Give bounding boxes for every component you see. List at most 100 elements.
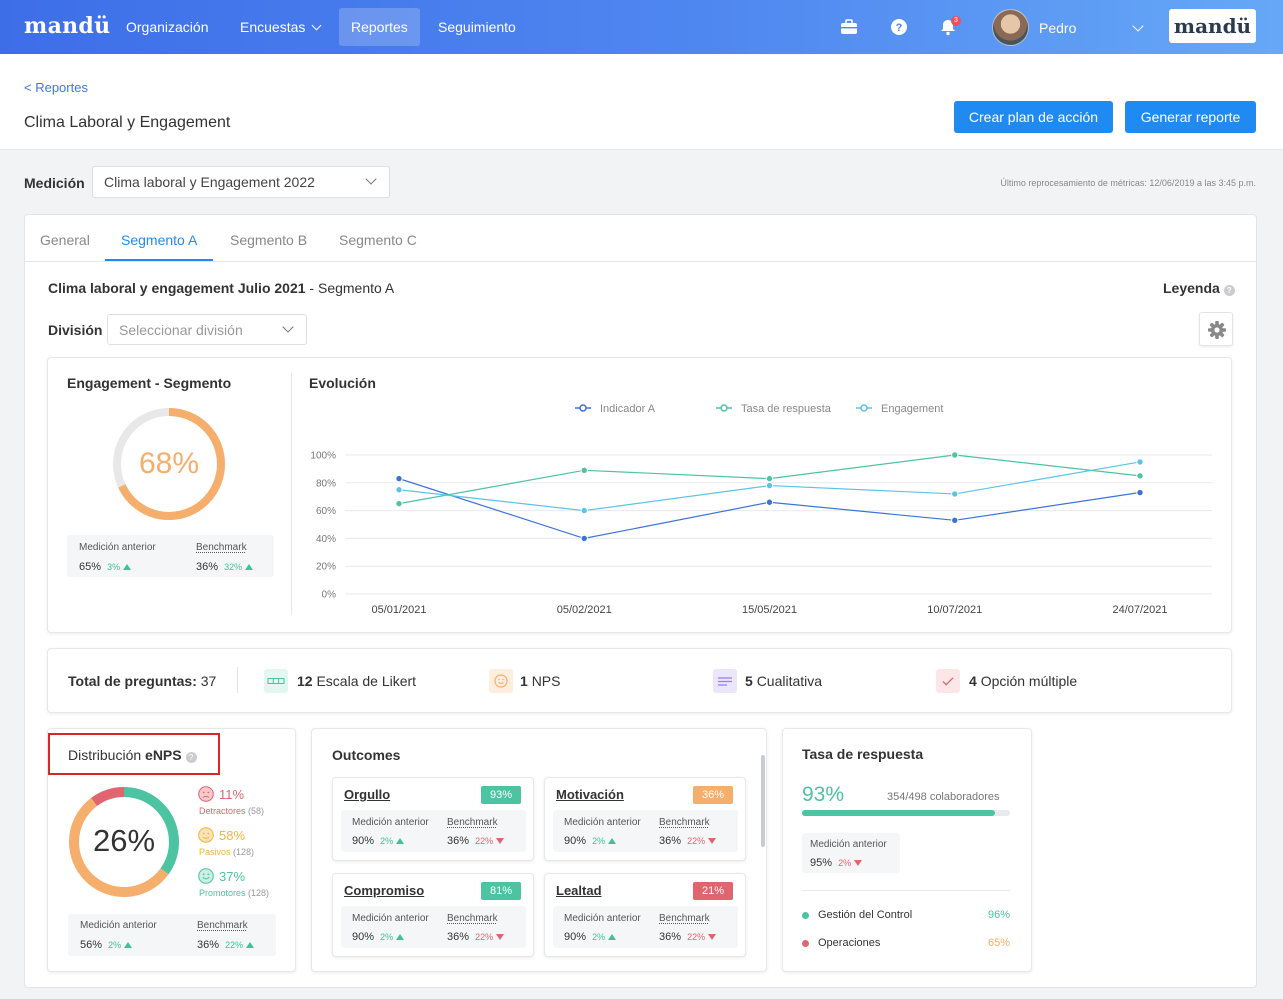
svg-text:?: ?	[896, 22, 903, 34]
data-point[interactable]	[580, 534, 588, 543]
prev-label: Medición anterior	[79, 542, 156, 553]
nav-reportes[interactable]: Reportes	[339, 8, 420, 46]
likert-count: 12 Escala de Likert	[297, 673, 416, 689]
chevron-down-icon	[282, 321, 294, 333]
section-title-main: Clima laboral y engagement Julio 2021	[48, 280, 306, 296]
engagement-title: Engagement - Segmento	[67, 375, 232, 391]
prev-delta: 2%	[592, 836, 606, 846]
data-point[interactable]	[580, 466, 588, 474]
prev-label: Medición anterior	[80, 920, 157, 931]
tasa-row-label: Gestión del Control	[818, 909, 913, 921]
legend-label[interactable]: Tasa de respuesta	[741, 403, 832, 415]
check-icon	[936, 669, 960, 693]
prev-delta: 2%	[108, 940, 122, 950]
divider	[802, 890, 1010, 891]
data-point[interactable]	[951, 516, 959, 525]
data-point[interactable]	[1136, 458, 1144, 466]
prev-value: 56% 2%	[80, 939, 133, 951]
user-name[interactable]: Pedro	[1039, 20, 1076, 36]
tasa-row-label: Operaciones	[818, 937, 881, 949]
settings-button[interactable]	[1199, 312, 1233, 346]
promotores-text: Promotores	[199, 888, 246, 898]
chevron-down-icon	[311, 20, 322, 31]
tab-segmento-c[interactable]: Segmento C	[323, 219, 433, 261]
avatar[interactable]	[992, 9, 1029, 46]
outcome-card-motivacion[interactable]: Motivación 36% Medición anterior 90% 2% …	[544, 777, 746, 861]
help-icon[interactable]: ?	[185, 752, 197, 763]
y-tick-label: 20%	[316, 562, 336, 573]
engagement-value: 68%	[138, 447, 200, 480]
prev-value: 90% 2%	[564, 931, 617, 943]
data-point[interactable]	[765, 474, 774, 483]
tasa-collaborators: 354/498 colaboradores	[887, 791, 1000, 803]
tab-segmento-a[interactable]: Segmento A	[105, 219, 214, 261]
legend-label[interactable]: Engagement	[881, 403, 943, 415]
outcome-name: Orgullo	[344, 787, 391, 802]
legend-link[interactable]: Leyenda ?	[1163, 280, 1235, 296]
prev-value-text: 90%	[564, 835, 587, 847]
status-dot	[802, 940, 809, 947]
multiple-choice-count: 4 Opción múltiple	[969, 673, 1077, 689]
tab-general[interactable]: General	[24, 219, 106, 261]
nav-encuestas[interactable]: Encuestas	[228, 8, 332, 46]
help-icon[interactable]: ?	[890, 18, 908, 36]
generar-reporte-button[interactable]: Generar reporte	[1125, 101, 1256, 133]
medicion-select[interactable]: Clima laboral y Engagement 2022	[92, 166, 390, 198]
crear-plan-button[interactable]: Crear plan de acción	[954, 101, 1113, 133]
outcome-card-compromiso[interactable]: Compromiso 81% Medición anterior 90% 2% …	[332, 873, 534, 957]
evolution-line-chart: 0% 20% 40% 60% 80% 100% 05/01/2021 05/02/2021 15…	[310, 403, 1212, 616]
data-point[interactable]	[1136, 472, 1144, 480]
data-point[interactable]	[765, 481, 774, 490]
data-point[interactable]	[395, 499, 403, 508]
benchmark-delta: 22%	[225, 940, 244, 950]
data-point[interactable]	[580, 506, 588, 515]
nps-count: 1 NPS	[520, 673, 560, 689]
y-tick-label: 0%	[322, 590, 337, 601]
nav-seguimiento[interactable]: Seguimiento	[426, 8, 528, 46]
outcome-card-lealtad[interactable]: Lealtad 21% Medición anterior 90% 2% Ben…	[544, 873, 746, 957]
pasivos-pct: 58%	[219, 828, 246, 843]
outcome-pct-badge: 36%	[693, 786, 733, 804]
legend-marker	[579, 404, 587, 412]
scrollbar-thumb[interactable]	[761, 755, 765, 847]
prev-value: 95% 2%	[810, 857, 863, 869]
enps-title: Distribución eNPS ?	[68, 747, 197, 763]
legend-label[interactable]: Indicador A	[600, 403, 656, 415]
brand-logo[interactable]: mandü	[24, 13, 110, 39]
prev-delta: 2%	[592, 932, 606, 942]
breadcrumb-back-link[interactable]: < Reportes	[24, 80, 88, 95]
data-point[interactable]	[395, 486, 403, 494]
section-title: Clima laboral y engagement Julio 2021 - …	[48, 280, 394, 296]
prev-value-text: 90%	[564, 931, 587, 943]
division-label: División	[48, 322, 103, 338]
legend-label: Leyenda	[1163, 280, 1220, 296]
legend-marker	[720, 404, 728, 412]
chevron-down-icon[interactable]	[1132, 20, 1144, 32]
data-point[interactable]	[951, 490, 959, 498]
data-point[interactable]	[395, 474, 403, 483]
notification-badge: 3	[951, 16, 961, 26]
smiley-icon	[489, 669, 513, 693]
sad-face-icon	[198, 786, 214, 802]
divider	[237, 667, 238, 693]
outcome-card-orgullo[interactable]: Orgullo 93% Medición anterior 90% 2% Ben…	[332, 777, 534, 861]
tasa-title: Tasa de respuesta	[802, 746, 924, 762]
data-point[interactable]	[951, 451, 959, 459]
outcome-name: Lealtad	[556, 883, 602, 898]
total-questions: Total de preguntas: 37	[68, 673, 216, 689]
tasa-progress-fill	[802, 810, 996, 816]
prev-value-text: 65%	[79, 561, 102, 573]
tab-segmento-b[interactable]: Segmento B	[214, 219, 323, 261]
division-select[interactable]: Seleccionar división	[107, 314, 307, 345]
data-point[interactable]	[765, 498, 774, 506]
benchmark-delta: 22%	[687, 932, 706, 942]
arrow-up-icon	[246, 942, 255, 948]
reprocess-timestamp: Último reprocesamiento de métricas: 12/0…	[1000, 178, 1256, 188]
data-point[interactable]	[1136, 488, 1144, 497]
briefcase-icon[interactable]	[840, 18, 858, 36]
likert-count-num: 12	[297, 673, 313, 689]
card-divider	[291, 373, 292, 615]
nav-organizacion[interactable]: Organización	[114, 8, 221, 46]
prev-value: 65% 3%	[79, 561, 132, 573]
benchmark-value-text: 36%	[197, 939, 220, 951]
